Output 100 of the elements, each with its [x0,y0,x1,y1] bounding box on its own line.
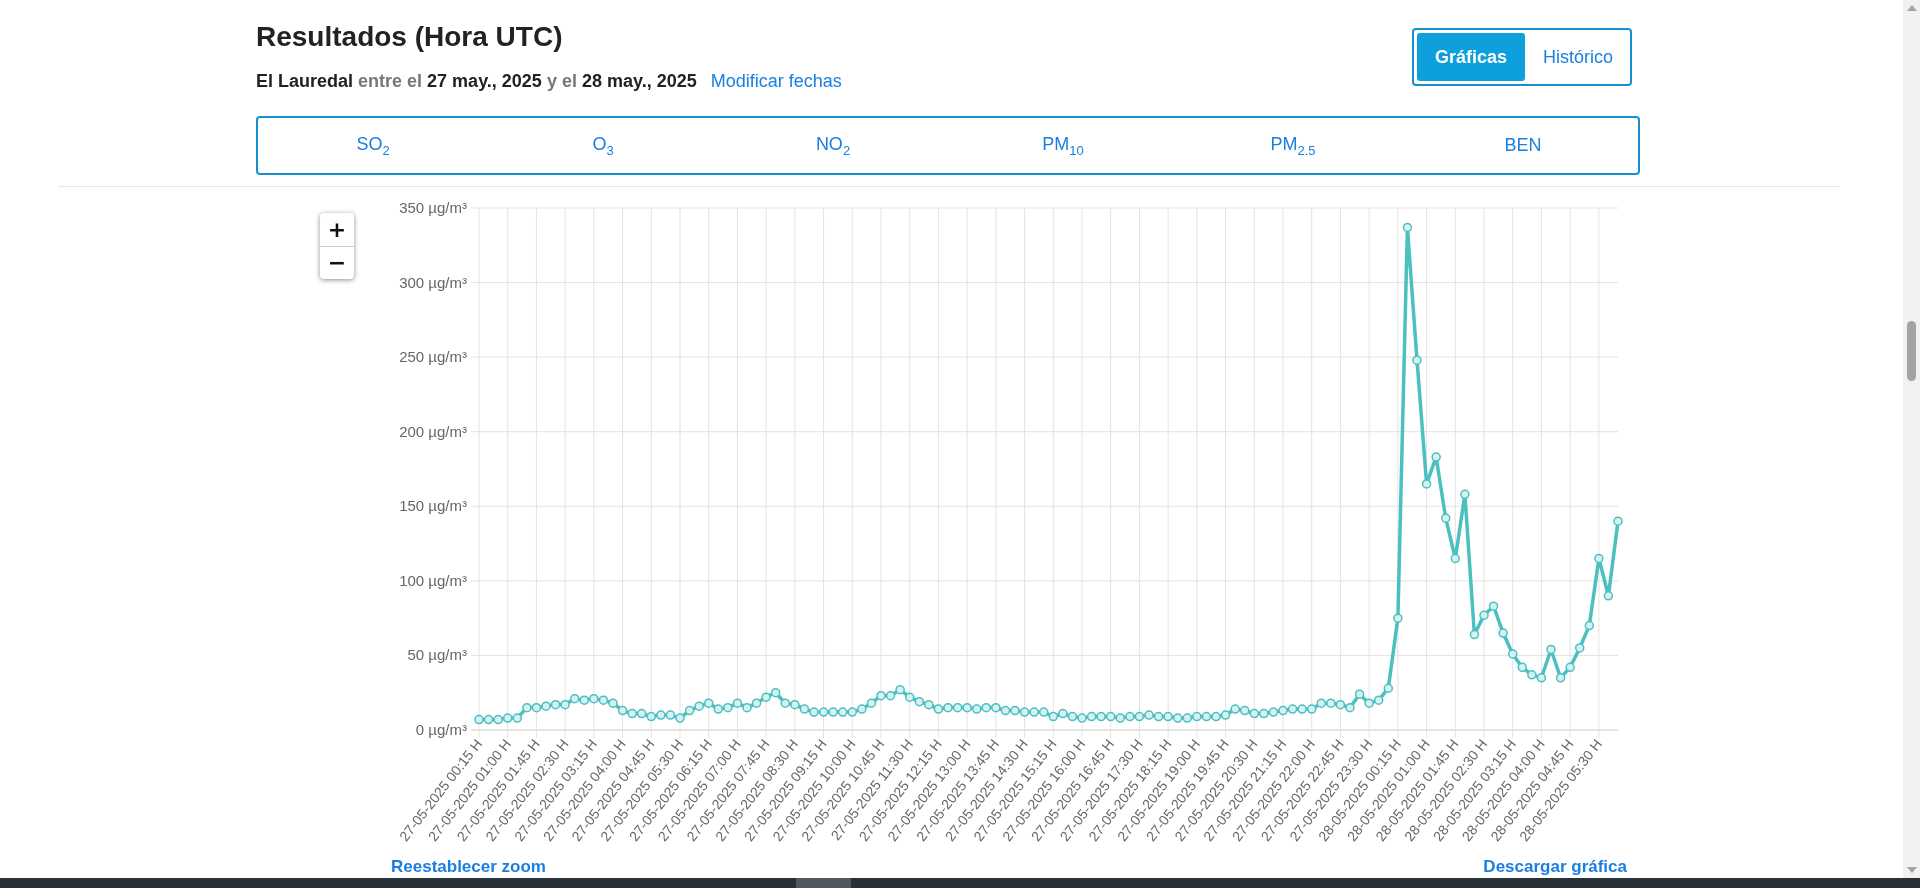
axis-label: 350 µg/m³ [399,199,467,216]
data-point [1182,713,1193,723]
data-point [962,702,972,713]
page-title: Resultados (Hora UTC) [256,20,564,54]
data-point [1345,702,1355,713]
data-point [560,699,570,710]
data-point [790,699,800,710]
data-point [1134,711,1145,722]
data-point [1019,707,1030,717]
data-point [780,698,791,708]
data-point [1058,708,1068,719]
data-point [502,713,513,723]
data-point [522,702,532,713]
data-point [1536,673,1547,683]
data-point [1038,707,1049,717]
data-point [723,702,733,713]
pollutant-tab[interactable]: SO$_{2}$ [258,118,488,173]
data-point [483,714,494,725]
pollutant-tab[interactable]: BEN [1408,118,1638,173]
data-point [1613,516,1623,526]
data-point [703,698,714,708]
modify-dates-link[interactable]: Modificar fechas [710,71,842,92]
axis-label: 150 µg/m³ [399,497,467,515]
pollutant-tab[interactable]: PM$_{2.5}$ [1178,118,1408,173]
data-point [1364,698,1374,708]
data-point [550,699,561,710]
axis-label: 250 µg/m³ [399,348,467,366]
data-point [1239,705,1250,716]
data-point [1335,699,1346,710]
data-point [1259,708,1269,719]
data-point [1306,704,1317,714]
zoom-in-button[interactable]: + [320,213,354,246]
data-point [981,702,992,713]
data-point [799,704,810,714]
data-point [1412,355,1422,365]
data-point [589,693,599,704]
data-point [751,698,762,708]
data-point [493,714,503,725]
data-point [512,713,523,723]
data-point [1000,705,1011,716]
data-point [474,714,484,725]
axis-label: 100 µg/m³ [399,571,467,589]
scroll-thumb[interactable] [1907,321,1916,381]
reset-zoom-link[interactable]: Reestablecer zoom [391,857,546,877]
data-point [991,702,1001,713]
data-point [1603,591,1614,601]
data-point [742,702,752,713]
data-point [1297,704,1307,714]
scroll-up-icon[interactable] [1906,5,1917,11]
data-point [1096,711,1106,722]
data-point [1326,698,1336,708]
data-point [1479,610,1489,620]
data-point [1546,644,1556,655]
pollutant-tab[interactable]: NO$_{2}$ [718,118,948,173]
data-point [1249,708,1260,719]
data-point [1067,711,1078,722]
data-point [857,704,867,714]
data-point [1594,553,1604,564]
data-point [684,705,695,716]
data-point [1077,713,1087,723]
view-toggle-button[interactable]: Histórico [1529,33,1627,81]
data-point [895,685,905,695]
data-point [1498,628,1508,638]
data-point [1153,711,1164,722]
data-point [1354,689,1365,699]
data-point [1211,711,1221,722]
data-point [1278,705,1288,716]
scrollbar[interactable] [1903,0,1920,878]
axis-label: 300 µg/m³ [399,273,467,291]
data-point [1431,452,1441,462]
zoom-out-button[interactable]: − [320,246,354,279]
pollutant-tab[interactable]: PM$_{10}$ [948,118,1178,173]
data-point [1029,707,1039,717]
data-point [924,699,934,710]
data-point [933,704,944,714]
data-point [665,710,676,720]
data-point [598,695,609,705]
pollutant-tab[interactable]: O$_{3}$ [488,118,718,173]
data-point [1402,222,1413,233]
data-point [1469,629,1480,640]
data-point [866,698,877,708]
data-point [1488,601,1499,611]
data-point [1163,711,1173,722]
scroll-down-icon[interactable] [1906,867,1917,873]
data-point [1373,695,1384,705]
data-point [1393,613,1403,623]
axis-label: 50 µg/m³ [407,646,467,664]
data-point [1010,705,1020,716]
data-point [1201,711,1212,722]
data-point [531,702,542,713]
data-point [818,707,829,717]
data-point [837,707,848,717]
data-point [608,698,618,708]
data-point [1144,710,1154,720]
data-point [1383,683,1394,693]
data-point [541,701,551,711]
data-point [675,713,685,723]
data-point [1268,707,1279,717]
download-chart-link[interactable]: Descargar gráfica [1483,857,1627,877]
view-toggle-button[interactable]: Gráficas [1416,33,1525,81]
